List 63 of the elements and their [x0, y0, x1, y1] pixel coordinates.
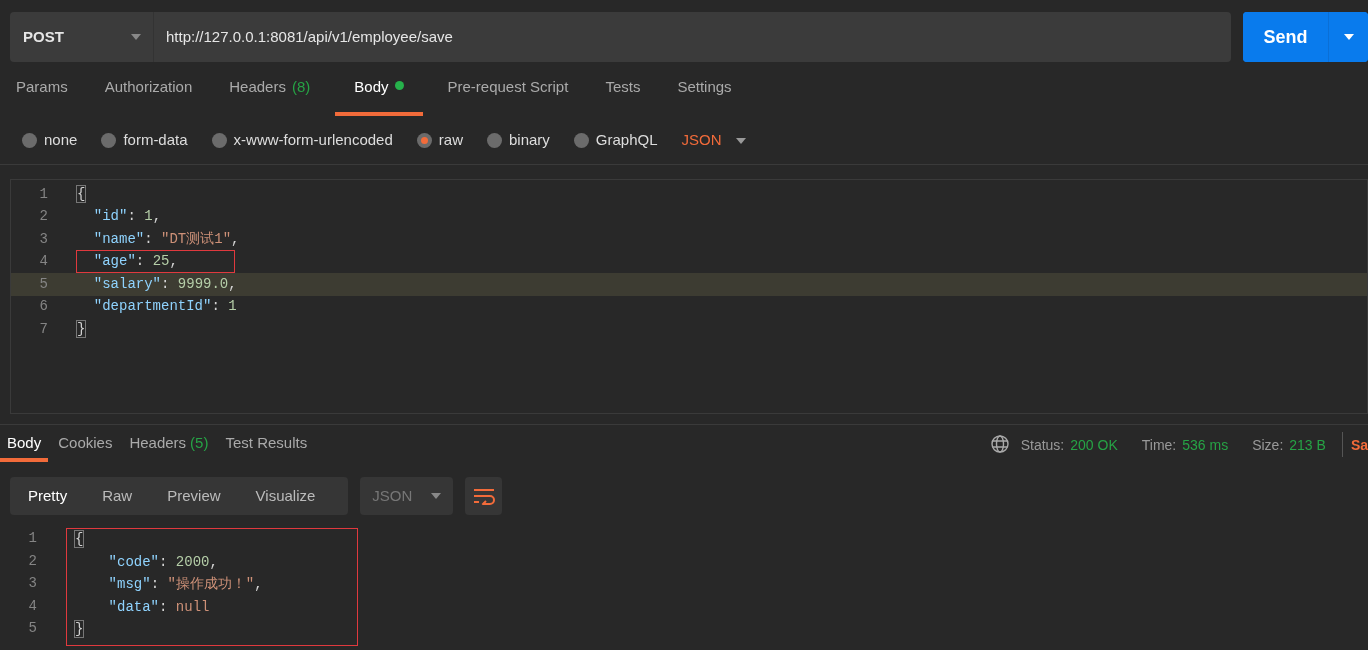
response-tab[interactable]: Headers (5) [122, 432, 216, 462]
line-number: 2 [27, 551, 38, 571]
code-line: "id": 1, [92, 207, 162, 227]
code-line: "salary": 9999.0, [92, 274, 237, 294]
line-number: 3 [27, 574, 38, 593]
line-number: 7 [38, 319, 49, 339]
code-line: "name": "DT测试1", [92, 229, 240, 249]
radio-option[interactable]: none [22, 129, 78, 152]
code-line: { [75, 530, 85, 549]
line-number: 1 [27, 529, 38, 548]
status-label: Status: [1020, 436, 1065, 455]
line-number: 2 [38, 207, 49, 227]
status-value: 200 OK [1070, 436, 1118, 455]
view-mode-tab[interactable]: Pretty [18, 484, 78, 508]
url-field[interactable]: http://127.0.0.1:8081/api/v1/employee/save [154, 12, 453, 62]
wrap-icon [472, 487, 495, 505]
line-number: 1 [38, 184, 49, 204]
request-tab[interactable]: Params [4, 76, 80, 116]
caret-icon [131, 34, 141, 40]
view-mode-tab[interactable]: Raw [92, 484, 143, 508]
wrap-lines-button[interactable] [465, 477, 503, 515]
radio-option[interactable]: form-data [101, 129, 188, 152]
caret-icon [735, 137, 746, 144]
radio-option[interactable]: raw [416, 129, 463, 152]
line-number: 4 [38, 252, 49, 272]
code-line: "departmentId": 1 [92, 297, 237, 317]
line-number: 6 [38, 297, 49, 317]
code-line: } [77, 319, 86, 339]
code-line: "age": 25, [77, 251, 234, 273]
radio-option[interactable]: x-www-form-urlencoded [211, 129, 393, 152]
response-tab[interactable]: Test Results [218, 432, 315, 462]
line-number: 5 [38, 274, 49, 294]
status-label: Size: [1252, 436, 1284, 455]
response-tab[interactable]: Cookies [51, 432, 120, 462]
radio-option[interactable]: binary [486, 129, 550, 152]
code-line: "data": null [107, 597, 211, 617]
line-number: 5 [27, 619, 38, 638]
request-tab[interactable]: Authorization [92, 76, 205, 116]
code-line: { [77, 184, 86, 204]
method-dropdown[interactable]: POST [10, 12, 154, 62]
request-tab[interactable]: Headers (8) [217, 76, 323, 116]
radio-option[interactable]: GraphQL [573, 129, 658, 152]
status-label: Time: [1141, 436, 1177, 455]
status-value: 536 ms [1182, 436, 1229, 455]
code-line: "code": 2000, [107, 552, 219, 572]
caret-icon [431, 493, 442, 499]
request-tab[interactable]: Tests [593, 76, 653, 116]
line-number: 4 [27, 596, 38, 616]
request-tab[interactable]: Settings [665, 76, 744, 116]
response-tab[interactable]: Body [0, 432, 49, 462]
globe-icon[interactable] [990, 435, 1009, 453]
format-dropdown[interactable]: JSON [681, 129, 746, 152]
code-line: } [75, 620, 85, 639]
request-tab[interactable]: Body [335, 76, 423, 116]
request-body-editor[interactable]: 1 { 2 "id": 1, 3 "name": "DT测试1", 4 "age": 25, 5 "salary": 9999.0, 6 "departmentId": 1 7 } [10, 179, 1368, 414]
request-tab[interactable]: Pre-request Script [435, 76, 581, 116]
view-mode-tab[interactable]: Preview [157, 484, 231, 508]
status-value: 213 B [1289, 436, 1326, 455]
code-line: "msg": "操作成功！", [107, 575, 264, 594]
view-mode-tab[interactable]: Visualize [245, 484, 326, 508]
caret-icon [1343, 34, 1354, 40]
save-response-link[interactable]: Sa [1350, 435, 1368, 456]
line-number: 3 [38, 229, 49, 249]
